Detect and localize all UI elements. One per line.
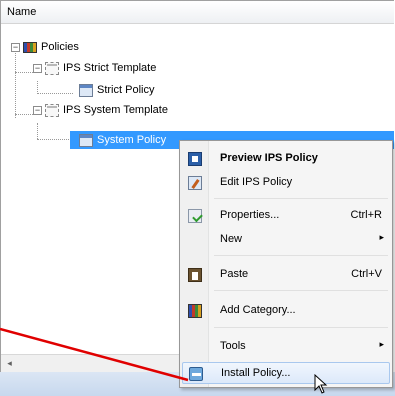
menu-item-label: Edit IPS Policy [220, 176, 293, 188]
menu-item-label: New [220, 233, 243, 245]
tree-node-policies[interactable]: − Policies [11, 38, 79, 56]
menu-item-label: Paste [220, 268, 249, 280]
install-policy-icon [189, 367, 203, 381]
properties-icon [188, 209, 202, 223]
collapse-icon[interactable]: − [33, 63, 42, 73]
menu-item-properties[interactable]: Properties... Ctrl+R [182, 205, 390, 227]
menu-separator [214, 198, 388, 199]
context-menu: Preview IPS Policy Edit IPS Policy Prope… [179, 140, 393, 388]
menu-item-new[interactable]: New ▸ [182, 229, 390, 251]
tree-node-label: IPS Strict Template [63, 62, 157, 74]
menu-separator [214, 255, 388, 256]
add-category-icon [188, 304, 202, 318]
column-header-name[interactable]: Name [1, 1, 394, 24]
tree-node-system-policy[interactable]: System Policy [79, 131, 166, 149]
menu-item-paste[interactable]: Paste Ctrl+V [182, 264, 390, 286]
menu-item-label: Tools [220, 340, 246, 352]
submenu-arrow-icon: ▸ [379, 232, 384, 242]
menu-item-label: Add Category... [220, 304, 296, 316]
collapse-icon[interactable]: − [33, 105, 42, 115]
menu-separator [214, 327, 388, 328]
menu-item-install-policy[interactable]: Install Policy... [182, 362, 390, 384]
submenu-arrow-icon: ▸ [379, 339, 384, 349]
menu-item-label: Properties... [220, 209, 280, 221]
menu-item-tools[interactable]: Tools ▸ [182, 336, 390, 358]
template-icon [45, 103, 59, 117]
menu-item-label: Preview IPS Policy [220, 152, 318, 164]
tree-node-label: Policies [41, 41, 79, 53]
menu-separator [214, 290, 388, 291]
tree-node-label: Strict Policy [97, 84, 155, 96]
tree-node-label: IPS System Template [63, 104, 168, 116]
menu-item-shortcut: Ctrl+R [350, 209, 382, 221]
policy-icon [79, 133, 93, 147]
menu-item-shortcut: Ctrl+V [351, 268, 382, 280]
collapse-icon[interactable]: − [11, 42, 20, 52]
menu-item-edit-ips-policy[interactable]: Edit IPS Policy [182, 172, 390, 194]
paste-icon [188, 268, 202, 282]
preview-icon [188, 152, 202, 166]
menu-item-preview-ips-policy[interactable]: Preview IPS Policy [182, 148, 390, 170]
menu-item-add-category[interactable]: Add Category... [182, 300, 390, 322]
scroll-left-icon[interactable]: ◂ [1, 355, 18, 372]
mouse-cursor-icon [314, 374, 328, 394]
column-header-label: Name [7, 6, 37, 18]
horizontal-scrollbar[interactable]: ◂ [1, 354, 186, 372]
policies-folder-icon [23, 41, 37, 53]
tree-node-strict-template[interactable]: − IPS Strict Template [33, 59, 156, 77]
tree-node-strict-policy[interactable]: Strict Policy [79, 81, 154, 99]
tree-node-label: System Policy [97, 134, 167, 146]
template-icon [45, 61, 59, 75]
tree-node-system-template[interactable]: − IPS System Template [33, 101, 168, 119]
menu-item-label: Install Policy... [221, 367, 291, 379]
edit-icon [188, 176, 202, 190]
policy-icon [79, 83, 93, 97]
